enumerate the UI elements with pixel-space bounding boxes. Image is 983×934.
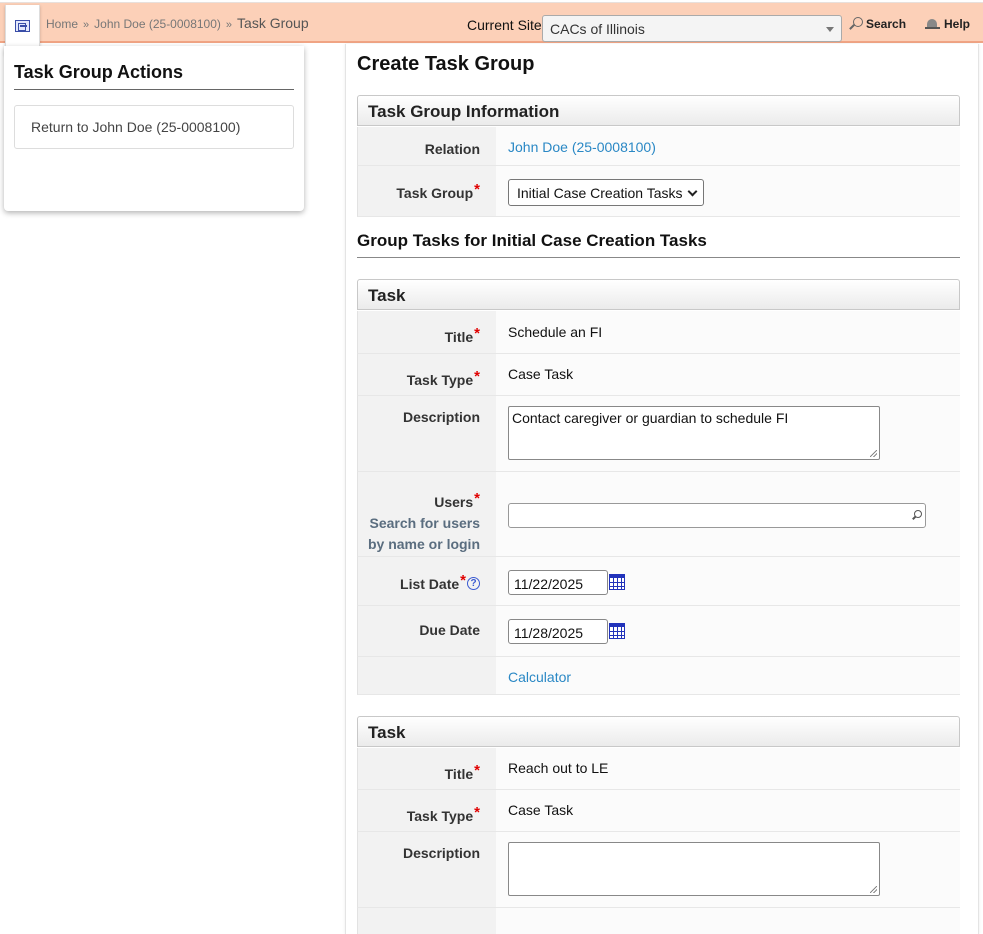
relation-value-cell: John Doe (25-0008100) — [496, 127, 960, 165]
relation-label: Relation — [358, 127, 496, 165]
current-site-value: CACs of Illinois — [550, 21, 645, 37]
task-1-title-label: Title* — [358, 311, 496, 353]
breadcrumb: Home » John Doe (25-0008100) » Task Group — [46, 15, 309, 31]
task-2-users-row — [357, 908, 960, 934]
users-search-input[interactable] — [508, 503, 926, 528]
task-1-type-label: Task Type* — [358, 354, 496, 395]
task-1-due-date-cell: 11/28/2025 — [496, 606, 960, 656]
current-site-select[interactable]: CACs of Illinois — [542, 15, 842, 42]
task-1-heading: Task — [357, 279, 960, 310]
sidebar-panel: Task Group Actions Return to John Doe (2… — [4, 46, 304, 211]
task-group-label: Task Group* — [358, 166, 496, 216]
required-marker: * — [474, 490, 480, 507]
help-icon[interactable]: ? — [467, 577, 480, 590]
task-1-type-row: Task Type* Case Task — [357, 354, 960, 396]
calendar-icon[interactable] — [609, 623, 625, 639]
task-1-calculator-cell: Calculator — [496, 657, 960, 694]
task-2-type-value: Case Task — [508, 802, 574, 818]
calculator-label-cell — [358, 657, 496, 694]
task-1-users-label: Users* Search for users by name or login — [358, 472, 496, 556]
task-2-users-cell — [496, 908, 960, 934]
search-label: Search — [866, 17, 907, 31]
search-link[interactable]: Search — [849, 17, 906, 31]
task-1-list-date-cell: 11/22/2025 — [496, 557, 960, 605]
task-group-select[interactable]: Initial Case Creation Tasks — [508, 179, 704, 206]
task-2-type-label: Task Type* — [358, 790, 496, 831]
task-group-selected-value: Initial Case Creation Tasks — [517, 185, 683, 201]
breadcrumb-person-link[interactable]: John Doe (25-0008100) — [94, 17, 221, 31]
task-1-description-cell: Contact caregiver or guardian to schedul… — [496, 396, 960, 471]
task-1-title-row: Title* Schedule an FI — [357, 311, 960, 354]
task-group-info-heading: Task Group Information — [357, 95, 960, 126]
help-link[interactable]: Help — [925, 17, 970, 31]
dropdown-caret-icon — [826, 27, 834, 32]
required-marker: * — [474, 181, 480, 198]
task-1-calculator-row: Calculator — [357, 657, 960, 695]
task-1-description-row: Description Contact caregiver or guardia… — [357, 396, 960, 472]
search-icon — [849, 17, 863, 29]
breadcrumb-separator: » — [83, 19, 90, 31]
task-2-heading: Task — [357, 716, 960, 747]
task-2-description-label: Description — [358, 832, 496, 907]
task-2-title-label: Title* — [358, 748, 496, 789]
task-2-users-label — [358, 908, 496, 934]
menu-icon — [15, 20, 30, 32]
help-label: Help — [944, 17, 971, 31]
task-1-due-date-label: Due Date — [358, 606, 496, 656]
resize-grip-icon[interactable] — [870, 450, 877, 457]
help-bell-icon — [925, 17, 941, 29]
resize-grip-icon[interactable] — [870, 886, 877, 893]
due-date-input[interactable]: 11/28/2025 — [508, 619, 608, 644]
task-2-title-cell: Reach out to LE — [496, 748, 960, 789]
task-1-due-date-row: Due Date 11/28/2025 — [357, 606, 960, 657]
main-content: Create Task Group Task Group Information… — [345, 44, 979, 934]
task-1-title-value: Schedule an FI — [508, 324, 603, 340]
required-marker: * — [474, 762, 480, 779]
task-group-value-cell: Initial Case Creation Tasks — [496, 166, 960, 216]
sidebar-title: Task Group Actions — [14, 62, 294, 90]
task-1-list-date-row: List Date*? 11/22/2025 — [357, 557, 960, 606]
task-2-description-cell — [496, 832, 960, 907]
relation-link[interactable]: John Doe (25-0008100) — [508, 139, 656, 155]
list-date-input[interactable]: 11/22/2025 — [508, 570, 608, 595]
task-1-description-label: Description — [358, 396, 496, 471]
task-2-description-row: Description — [357, 832, 960, 908]
task-2-title-row: Title* Reach out to LE — [357, 748, 960, 790]
task-2-type-cell: Case Task — [496, 790, 960, 831]
page-title: Create Task Group — [357, 53, 535, 75]
required-marker: * — [460, 572, 466, 589]
task-1-description-textarea[interactable]: Contact caregiver or guardian to schedul… — [508, 406, 880, 460]
top-navigation-bar: Home » John Doe (25-0008100) » Task Group Cu… — [0, 2, 983, 55]
breadcrumb-home-link[interactable]: Home — [46, 17, 78, 31]
return-to-person-button[interactable]: Return to John Doe (25-0008100) — [14, 105, 294, 149]
users-hint-line-2: by name or login — [367, 536, 480, 552]
task-1-list-date-label: List Date*? — [358, 557, 496, 605]
task-1-description-value: Contact caregiver or guardian to schedul… — [512, 410, 789, 426]
calendar-icon[interactable] — [609, 574, 625, 590]
breadcrumb-current: Task Group — [237, 15, 309, 31]
task-2-description-textarea[interactable] — [508, 842, 880, 896]
relation-row: Relation John Doe (25-0008100) — [357, 127, 960, 166]
task-2-type-row: Task Type* Case Task — [357, 790, 960, 832]
breadcrumb-separator: » — [225, 19, 233, 31]
chevron-down-icon — [687, 186, 698, 197]
task-1-type-value: Case Task — [508, 366, 574, 382]
required-marker: * — [474, 325, 480, 342]
search-icon — [912, 510, 922, 520]
calculator-link[interactable]: Calculator — [508, 669, 571, 685]
task-1-type-cell: Case Task — [496, 354, 960, 395]
task-group-row: Task Group* Initial Case Creation Tasks — [357, 166, 960, 217]
task-1-title-cell: Schedule an FI — [496, 311, 960, 353]
task-1-users-row: Users* Search for users by name or login — [357, 472, 960, 557]
group-tasks-title: Group Tasks for Initial Case Creation Ta… — [357, 231, 960, 258]
required-marker: * — [474, 804, 480, 821]
required-marker: * — [474, 368, 480, 385]
current-site-label: Current Site — [467, 17, 542, 33]
task-2-title-value: Reach out to LE — [508, 760, 609, 776]
task-1-users-cell — [496, 472, 960, 556]
users-hint-line-1: Search for users — [369, 515, 481, 531]
